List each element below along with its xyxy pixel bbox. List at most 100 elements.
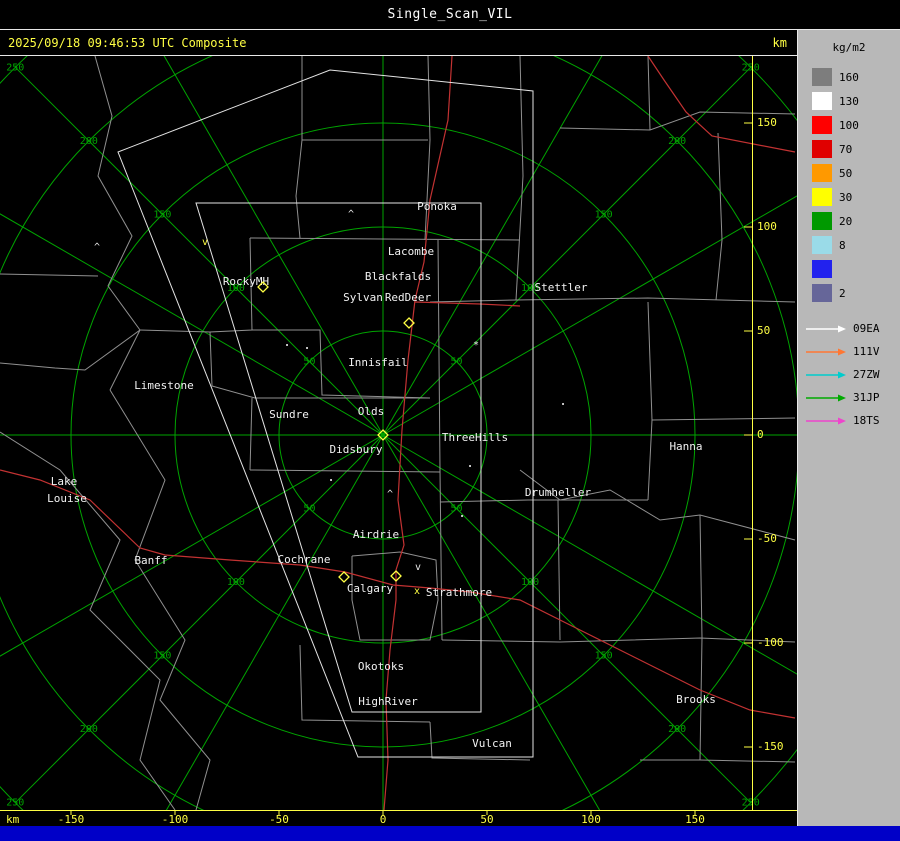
ring-distance-label: 50 <box>303 504 315 515</box>
scale-row: 100 <box>812 116 900 134</box>
point-marker: · <box>327 474 335 489</box>
county-boundary <box>429 297 796 303</box>
point-marker: · <box>303 342 311 357</box>
county-boundary <box>109 389 211 810</box>
legend-panel: kg/m2 160 130 100 70 50 30 20 8 2 09EA 111V 27ZW 31… <box>797 30 900 826</box>
city-label: RedDeer <box>385 291 432 304</box>
radar-id: 27ZW <box>853 368 880 381</box>
main-content: 2025/09/18 09:46:53 UTC Composite km 50 1… <box>0 30 900 826</box>
county-boundary <box>651 417 796 421</box>
county-boundary <box>699 514 703 761</box>
ring-distance-label: 200 <box>80 136 98 147</box>
scale-value: 50 <box>839 166 853 180</box>
radar-legend-row: 18TS <box>805 414 900 427</box>
radar-id: 31JP <box>853 391 880 404</box>
scale-swatch <box>812 164 832 182</box>
scale-swatch <box>812 116 832 134</box>
radar-arrow-icon <box>806 325 846 332</box>
ring-distance-label: 250 <box>742 798 760 809</box>
city-label: Innisfail <box>348 356 408 369</box>
ring-distance-label: 150 <box>595 651 613 662</box>
county-boundary <box>715 132 723 301</box>
scale-value: 100 <box>839 118 859 132</box>
county-boundary <box>515 56 524 301</box>
timestamp: 2025/09/18 09:46:53 UTC Composite <box>8 35 247 50</box>
map-column: 2025/09/18 09:46:53 UTC Composite km 50 1… <box>0 30 797 826</box>
scale-swatch <box>812 212 832 230</box>
city-label: HighRiver <box>358 695 418 708</box>
radar-legend-row: 31JP <box>805 391 900 404</box>
county-boundary <box>439 499 648 503</box>
scale-row: 160 <box>812 68 900 86</box>
county-boundary <box>299 644 431 723</box>
bottom-axis-label: 0 <box>380 813 387 826</box>
point-marker: * <box>473 340 479 351</box>
city-label: Banff <box>134 554 167 567</box>
scale-swatch <box>812 284 832 302</box>
scale-row: 30 <box>812 188 900 206</box>
county-boundary <box>249 237 521 241</box>
city-label: ThreeHills <box>442 431 508 444</box>
bottom-axis-unit: km <box>6 813 20 826</box>
scale-value: 130 <box>839 94 859 108</box>
point-marker: · <box>283 339 291 354</box>
scale-row: 70 <box>812 140 900 158</box>
scale-row: 8 <box>812 236 900 254</box>
azimuth-spoke <box>0 213 384 436</box>
right-axis-label: 50 <box>757 324 770 337</box>
county-boundary <box>519 469 796 541</box>
ring-distance-label: 250 <box>742 62 760 73</box>
radar-id: 111V <box>853 345 880 358</box>
county-boundary <box>94 56 141 391</box>
right-axis-label: 100 <box>757 220 777 233</box>
point-marker: · <box>466 460 474 475</box>
county-boundary <box>0 329 141 371</box>
point-marker: · <box>458 510 466 525</box>
ring-distance-label: 200 <box>668 724 686 735</box>
ring-distance-label: 100 <box>521 577 539 588</box>
scale-swatch <box>812 92 832 110</box>
scale-value: 30 <box>839 190 853 204</box>
scale-value: 70 <box>839 142 853 156</box>
radar-arrow-icon <box>806 394 846 401</box>
ring-distance-label: 250 <box>6 62 24 73</box>
scale-value: 160 <box>839 70 859 84</box>
scale-row: 50 <box>812 164 900 182</box>
scale-row: 130 <box>812 92 900 110</box>
bottom-axis-label: -150 <box>58 813 85 826</box>
right-axis-label: -50 <box>757 532 777 545</box>
ring-distance-label: 200 <box>80 724 98 735</box>
radar-legend-row: 111V <box>805 345 900 358</box>
storm-marker: x <box>414 586 420 597</box>
city-label: Limestone <box>134 379 194 392</box>
ring-distance-label: 150 <box>153 209 171 220</box>
point-marker: · <box>559 398 567 413</box>
ring-distance-label: 150 <box>153 651 171 662</box>
city-label: Blackfalds <box>365 270 431 283</box>
county-boundary <box>249 397 253 471</box>
city-label: Airdrie <box>353 528 399 541</box>
bottom-axis-label: 100 <box>581 813 601 826</box>
city-label: Didsbury <box>330 443 383 456</box>
radar-id: 18TS <box>853 414 880 427</box>
scale-swatch <box>812 260 832 278</box>
azimuth-spoke <box>14 66 384 436</box>
radar-arrow-icon <box>806 371 846 378</box>
bottom-axis: -150 -100 -50 0 50 100 150 km <box>0 810 797 826</box>
county-boundary <box>647 56 651 131</box>
bottom-axis-label: -50 <box>269 813 289 826</box>
window-title: Single_Scan_VIL <box>387 7 513 22</box>
city-label: Olds <box>358 405 385 418</box>
scale-row <box>812 260 900 278</box>
legend-unit: kg/m2 <box>832 41 866 54</box>
ring-distance-label: 100 <box>227 577 245 588</box>
point-marker: ^ <box>94 242 100 253</box>
radar-site-marker <box>338 571 350 583</box>
scale-value: 2 <box>839 286 846 300</box>
arrow-head <box>838 348 846 355</box>
ring-distance-label: 250 <box>6 798 24 809</box>
city-label: Brooks <box>676 693 716 706</box>
right-axis-label: -100 <box>757 636 784 649</box>
point-marker: ^ <box>387 489 393 500</box>
bottom-axis-label: 50 <box>480 813 493 826</box>
